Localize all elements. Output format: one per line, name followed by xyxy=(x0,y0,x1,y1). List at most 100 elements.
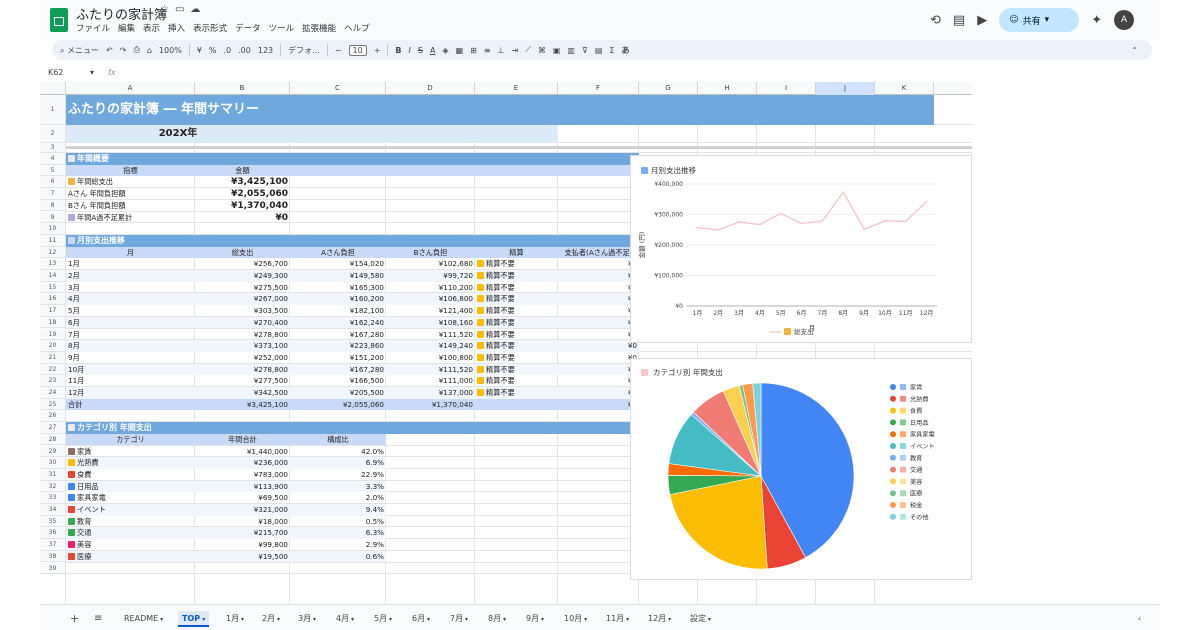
amount-cell[interactable]: ¥783,000 xyxy=(197,469,288,481)
total-cell[interactable]: ¥3,425,100 xyxy=(197,399,288,411)
section-title-overview[interactable]: 年間概要 xyxy=(68,153,384,165)
font-select[interactable]: デフォ... xyxy=(288,45,320,56)
overview-value[interactable]: ¥2,055,060 xyxy=(197,188,288,200)
amount-cell[interactable]: ¥160,200 xyxy=(292,293,384,305)
column-header[interactable]: B xyxy=(195,82,290,95)
ratio-cell[interactable]: 2.0% xyxy=(292,492,384,504)
amount-cell[interactable]: ¥0 xyxy=(560,293,637,305)
italic-icon[interactable]: I xyxy=(409,46,411,55)
column-header[interactable]: A xyxy=(66,82,195,95)
name-box-dropdown-icon[interactable]: ▾ xyxy=(90,68,94,77)
insert-comment-icon[interactable]: ▣ xyxy=(553,46,561,55)
sheet-tab[interactable]: 4月 ▾ xyxy=(336,611,354,627)
menu-item[interactable]: 挿入 xyxy=(168,22,185,34)
amount-cell[interactable]: ¥252,000 xyxy=(197,352,288,364)
amount-cell[interactable]: ¥111,520 xyxy=(388,329,473,341)
total-cell[interactable]: ¥2,055,060 xyxy=(292,399,384,411)
settlement-status[interactable]: 精算不要 xyxy=(477,340,556,352)
category-label[interactable]: 医療 xyxy=(68,551,193,563)
amount-cell[interactable]: ¥111,000 xyxy=(388,375,473,387)
menu-item[interactable]: 表示 xyxy=(143,22,160,34)
amount-cell[interactable]: ¥0 xyxy=(560,340,637,352)
sheet-tab[interactable]: TOP ▾ xyxy=(178,611,210,627)
amount-cell[interactable]: ¥249,300 xyxy=(197,270,288,282)
month-label[interactable]: 11月 xyxy=(68,375,193,387)
amount-cell[interactable]: ¥121,400 xyxy=(388,305,473,317)
overview-label[interactable]: 年間総支出 xyxy=(68,176,193,188)
month-label[interactable]: 7月 xyxy=(68,329,193,341)
amount-cell[interactable]: ¥223,860 xyxy=(292,340,384,352)
filter-views-icon[interactable]: ▤ xyxy=(595,46,603,55)
undo-icon[interactable]: ↶ xyxy=(106,46,113,55)
category-label[interactable]: 食費 xyxy=(68,469,193,481)
meet-icon[interactable]: ▶ xyxy=(977,13,987,28)
amount-cell[interactable]: ¥0 xyxy=(560,258,637,270)
row-header[interactable]: 31 xyxy=(40,468,66,481)
row-header[interactable]: 18 xyxy=(40,316,66,329)
category-label[interactable]: 日用品 xyxy=(68,481,193,493)
borders-icon[interactable]: ▦ xyxy=(456,46,464,55)
settlement-status[interactable]: 精算不要 xyxy=(477,329,556,341)
amount-cell[interactable]: ¥277,500 xyxy=(197,375,288,387)
increase-decimal-button[interactable]: .00 xyxy=(238,46,251,55)
amount-cell[interactable]: ¥256,700 xyxy=(197,258,288,270)
text-color-icon[interactable]: A xyxy=(430,46,435,55)
doc-title[interactable]: ふたりの家計簿 xyxy=(76,4,167,23)
menu-item[interactable]: ファイル xyxy=(76,22,110,34)
column-label[interactable]: Bさん負担 xyxy=(388,247,473,259)
row-header[interactable]: 19 xyxy=(40,328,66,341)
column-header[interactable]: F xyxy=(558,82,639,95)
amount-cell[interactable]: ¥0 xyxy=(560,329,637,341)
sheet-tab[interactable]: 9月 ▾ xyxy=(526,611,544,627)
number-format-button[interactable]: 123 xyxy=(258,46,273,55)
month-label[interactable]: 4月 xyxy=(68,293,193,305)
amount-cell[interactable]: ¥303,500 xyxy=(197,305,288,317)
sheet-tab[interactable]: 10月 ▾ xyxy=(564,611,587,627)
search-menu-button[interactable]: ⌕ メニュー xyxy=(60,45,99,56)
row-header[interactable]: 7 xyxy=(40,188,66,200)
sheet-tab[interactable]: 5月 ▾ xyxy=(374,611,392,627)
row-header[interactable]: 29 xyxy=(40,445,66,458)
column-label[interactable]: カテゴリ xyxy=(68,434,193,446)
column-header[interactable]: J xyxy=(816,82,875,95)
amount-cell[interactable]: ¥267,000 xyxy=(197,293,288,305)
month-label[interactable]: 5月 xyxy=(68,305,193,317)
total-cell[interactable]: ¥1,370,040 xyxy=(388,399,473,411)
menu-item[interactable]: データ xyxy=(235,22,261,34)
amount-cell[interactable]: ¥0 xyxy=(560,352,637,364)
ratio-cell[interactable]: 9.4% xyxy=(292,504,384,516)
amount-cell[interactable]: ¥215,700 xyxy=(197,527,288,539)
column-label[interactable]: 精算 xyxy=(477,247,556,259)
sheet-tab[interactable]: 11月 ▾ xyxy=(606,611,629,627)
sheets-logo-icon[interactable] xyxy=(50,8,68,32)
amount-cell[interactable]: ¥373,100 xyxy=(197,340,288,352)
scroll-left-icon[interactable]: ‹ xyxy=(1138,611,1141,627)
amount-cell[interactable]: ¥149,580 xyxy=(292,270,384,282)
ratio-cell[interactable]: 6.9% xyxy=(292,457,384,469)
wrap-icon[interactable]: ⇥ xyxy=(512,46,519,55)
gemini-icon[interactable]: ✦ xyxy=(1091,13,1102,28)
category-label[interactable]: 家賃 xyxy=(68,446,193,458)
category-label[interactable]: 光熱費 xyxy=(68,457,193,469)
category-label[interactable]: 教育 xyxy=(68,516,193,528)
column-header[interactable]: G xyxy=(639,82,698,95)
menu-item[interactable]: 拡張機能 xyxy=(302,22,336,34)
amount-cell[interactable]: ¥205,500 xyxy=(292,387,384,399)
currency-button[interactable]: ¥ xyxy=(197,46,202,55)
settlement-status[interactable]: 精算不要 xyxy=(477,352,556,364)
month-label[interactable]: 3月 xyxy=(68,282,193,294)
month-label[interactable]: 8月 xyxy=(68,340,193,352)
valign-icon[interactable]: ⊥ xyxy=(498,46,505,55)
print-icon[interactable]: ⎙ xyxy=(133,45,139,55)
amount-cell[interactable]: ¥102,680 xyxy=(388,258,473,270)
row-header[interactable]: 26 xyxy=(40,410,66,423)
category-label[interactable]: 交通 xyxy=(68,527,193,539)
row-header[interactable]: 10 xyxy=(40,223,66,235)
avatar[interactable]: A xyxy=(1114,10,1135,30)
amount-cell[interactable]: ¥100,800 xyxy=(388,352,473,364)
amount-cell[interactable]: ¥113,900 xyxy=(197,481,288,493)
amount-cell[interactable]: ¥165,300 xyxy=(292,282,384,294)
amount-cell[interactable]: ¥18,000 xyxy=(197,516,288,528)
total-cell[interactable] xyxy=(477,399,556,411)
column-label[interactable]: 指標 xyxy=(68,165,193,177)
